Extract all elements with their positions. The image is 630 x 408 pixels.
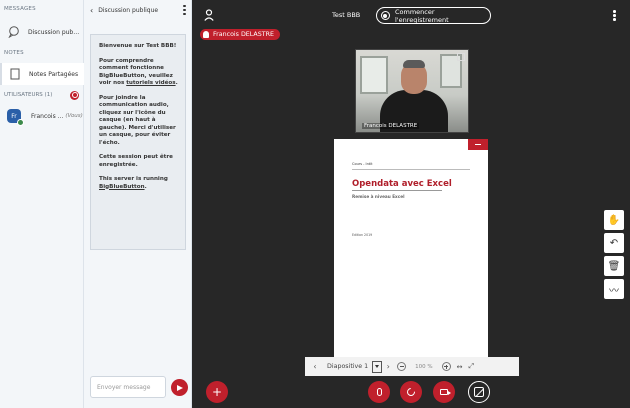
welcome-p2: Pour joindre la communication audio, cli…	[99, 94, 176, 146]
user-name: Francois ...	[31, 112, 64, 120]
microphone-icon	[203, 31, 209, 38]
presentation-toolbar: ‹ Diapositive 1 › 100 % ↔ ⤢	[305, 357, 519, 376]
trash-icon[interactable]: 🗑	[604, 256, 624, 276]
minimize-presentation-button[interactable]	[468, 139, 488, 150]
slide-divider	[352, 190, 442, 191]
slide-header: Cours - Intit	[352, 162, 373, 166]
avatar-initials: Fr	[11, 112, 17, 120]
notes-section-title: NOTES	[4, 50, 24, 56]
shared-notes-label: Notes Partagées	[29, 70, 79, 78]
record-label: Commencer l'enregistrement	[394, 7, 449, 24]
undo-icon[interactable]: ↶	[604, 233, 624, 253]
fit-width-icon[interactable]: ↔	[457, 363, 463, 371]
status-badge	[17, 119, 24, 126]
webcam-name: Francois DELASTRE	[362, 123, 420, 129]
next-slide-button[interactable]: ›	[382, 362, 394, 371]
presenter-badge: Francois DELASTRE	[200, 29, 280, 40]
webcam-video[interactable]: Francois DELASTRE	[355, 49, 469, 133]
mute-button[interactable]	[368, 381, 390, 403]
welcome-message: Bienvenue sur Test BBB! Pour comprendre …	[90, 34, 186, 250]
fullscreen-icon[interactable]	[457, 53, 465, 61]
leave-audio-button[interactable]	[400, 381, 422, 403]
webcam-button[interactable]	[433, 381, 455, 403]
slide-divider	[352, 169, 470, 170]
shared-notes-item[interactable]: Notes Partagées	[0, 63, 84, 85]
meeting-title: Test BBB	[332, 11, 361, 19]
camera-icon	[440, 389, 451, 395]
zoom-in-icon[interactable]	[441, 362, 451, 371]
screen-share-button[interactable]	[468, 381, 490, 403]
user-you-label: (Vous)	[65, 113, 83, 119]
users-header: UTILISATEURS (1)	[0, 88, 84, 102]
webcam-window	[360, 56, 388, 94]
gear-icon[interactable]	[70, 90, 79, 100]
screen-share-icon	[474, 387, 484, 397]
slide-title: Opendata avec Excel	[352, 179, 452, 189]
chat-header: ‹ Discussion publique	[90, 4, 186, 16]
webcam-person-hair	[403, 60, 425, 68]
top-bar: Test BBB Commencer l'enregistrement	[192, 0, 630, 30]
avatar: Fr	[7, 109, 24, 126]
zoom-level: 100 %	[415, 363, 433, 370]
options-menu-icon[interactable]	[613, 10, 616, 21]
previous-slide-button[interactable]: ‹	[309, 362, 321, 371]
chat-back-button[interactable]: ‹ Discussion publique	[90, 6, 158, 15]
welcome-p3: Cette session peut être enregistrée.	[99, 154, 173, 168]
record-icon	[381, 11, 390, 20]
welcome-p1: Pour comprendre comment fonctionne BigBl…	[99, 58, 179, 88]
user-list-item[interactable]: Fr Francois ... (Vous)	[0, 106, 84, 126]
slide-selector[interactable]: Diapositive 1	[327, 363, 368, 370]
user-icon[interactable]	[204, 9, 214, 21]
main-area: Test BBB Commencer l'enregistrement Fran…	[192, 0, 630, 408]
users-section-title: UTILISATEURS (1)	[4, 92, 53, 98]
zoom-out-icon[interactable]	[397, 362, 407, 371]
fullscreen-icon[interactable]: ⤢	[469, 362, 475, 371]
phone-icon	[405, 386, 417, 398]
chat-panel: ‹ Discussion publique Bienvenue sur Test…	[84, 0, 192, 408]
presenter-name: Francois DELASTRE	[213, 31, 274, 38]
chat-bubble-icon	[8, 26, 19, 38]
chevron-left-icon: ‹	[90, 5, 94, 15]
public-chat-item[interactable]: Discussion pub…	[0, 22, 84, 42]
chat-options-icon[interactable]	[183, 4, 186, 16]
userlist-panel: MESSAGES Discussion pub… NOTES Notes Par…	[0, 0, 84, 408]
record-button[interactable]: Commencer l'enregistrement	[376, 7, 491, 24]
chevron-down-icon[interactable]	[372, 360, 383, 373]
chat-input[interactable]: Envoyer message	[90, 376, 166, 398]
slide-footer: Edition 2019	[352, 233, 373, 237]
messages-section-title: MESSAGES	[4, 6, 36, 12]
microphone-icon	[376, 388, 382, 396]
welcome-p4: This server is running BigBlueButton.	[99, 176, 179, 191]
welcome-p4-text: This server is running	[99, 176, 168, 182]
public-chat-label: Discussion pub…	[28, 28, 80, 36]
bbb-link[interactable]: BigBlueButton	[99, 184, 145, 190]
welcome-p1-end: .	[175, 80, 178, 86]
slide-subtitle: Remise à niveau Excel	[352, 194, 405, 199]
welcome-title: Bienvenue sur Test BBB!	[99, 43, 177, 49]
presentation-slide[interactable]: Cours - Intit Opendata avec Excel Remise…	[334, 139, 488, 357]
chat-title: Discussion publique	[98, 6, 159, 14]
welcome-p4-end: .	[144, 183, 147, 190]
actions-plus-button[interactable]: +	[206, 381, 228, 403]
hand-tool-icon[interactable]: ✋	[604, 210, 624, 230]
notes-icon	[10, 68, 20, 80]
send-button[interactable]	[171, 379, 188, 396]
multi-user-whiteboard-icon[interactable]: 〰	[604, 279, 624, 299]
tutorial-link[interactable]: tutoriels vidéos	[126, 80, 175, 86]
whiteboard-tools: ✋ ↶ 🗑 〰	[604, 210, 626, 302]
